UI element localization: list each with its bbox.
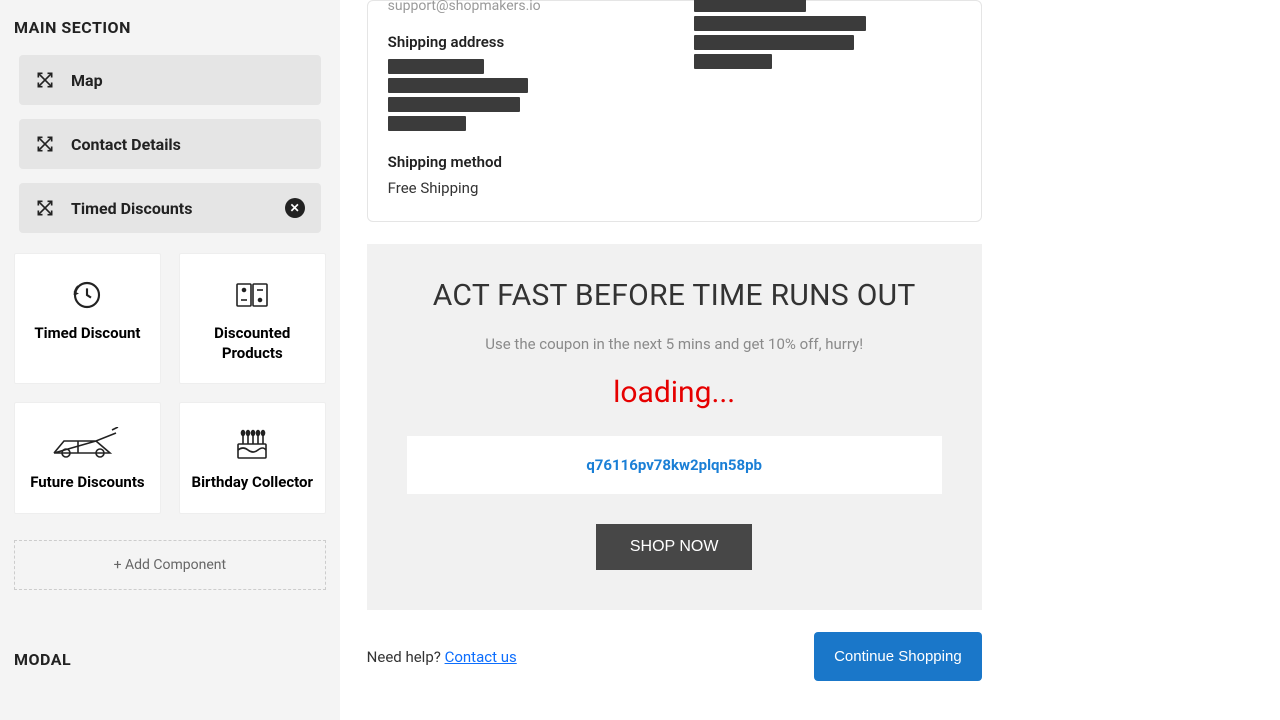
shop-now-button[interactable]: SHOP NOW bbox=[596, 524, 753, 570]
card-future-discounts[interactable]: Future Discounts bbox=[14, 402, 161, 514]
section-item-label: Contact Details bbox=[71, 135, 181, 154]
contact-us-link[interactable]: Contact us bbox=[445, 648, 517, 666]
footer-row: Need help? Contact us Continue Shopping bbox=[367, 610, 982, 711]
redacted-line bbox=[388, 116, 466, 131]
arrows-icon bbox=[35, 134, 55, 154]
card-discounted-products[interactable]: Discounted Products bbox=[179, 253, 326, 384]
redacted-line bbox=[694, 16, 866, 31]
support-email: support@shopmakers.io bbox=[388, 0, 655, 15]
section-item-label: Timed Discounts bbox=[71, 199, 192, 218]
redacted-line bbox=[694, 54, 772, 69]
arrows-icon bbox=[35, 70, 55, 90]
section-item-map[interactable]: Map bbox=[19, 55, 321, 105]
redacted-line bbox=[694, 35, 854, 50]
main-section-heading: MAIN SECTION bbox=[14, 18, 326, 37]
order-card: support@shopmakers.io Shipping address S… bbox=[367, 0, 982, 222]
promo-panel: ACT FAST BEFORE TIME RUNS OUT Use the co… bbox=[367, 244, 982, 610]
redacted-line bbox=[388, 97, 520, 112]
card-title: Birthday Collector bbox=[192, 473, 314, 493]
clock-back-icon bbox=[71, 278, 103, 312]
modal-heading: MODAL bbox=[14, 650, 326, 669]
shipping-address-label: Shipping address bbox=[388, 33, 655, 51]
coupon-code[interactable]: q76116pv78kw2plqn58pb bbox=[407, 436, 942, 494]
promo-countdown: loading... bbox=[407, 375, 942, 410]
promo-subtext: Use the coupon in the next 5 mins and ge… bbox=[407, 335, 942, 353]
coupon-icon bbox=[235, 278, 269, 312]
section-item-label: Map bbox=[71, 71, 103, 90]
card-title: Future Discounts bbox=[30, 473, 144, 493]
arrows-icon bbox=[35, 198, 55, 218]
main-content: support@shopmakers.io Shipping address S… bbox=[340, 0, 994, 720]
card-title: Discounted Products bbox=[190, 324, 315, 363]
add-component-button[interactable]: + Add Component bbox=[14, 540, 326, 590]
promo-headline: ACT FAST BEFORE TIME RUNS OUT bbox=[407, 278, 942, 313]
card-birthday-collector[interactable]: Birthday Collector bbox=[179, 402, 326, 514]
shipping-method-label: Shipping method bbox=[388, 153, 655, 171]
redacted-line bbox=[388, 78, 528, 93]
help-text: Need help? Contact us bbox=[367, 648, 517, 666]
continue-shopping-button[interactable]: Continue Shopping bbox=[814, 632, 982, 681]
right-panel bbox=[994, 0, 1280, 720]
delorean-icon bbox=[48, 427, 126, 461]
section-item-contact-details[interactable]: Contact Details bbox=[19, 119, 321, 169]
shipping-method-value: Free Shipping bbox=[388, 179, 655, 197]
close-icon[interactable]: ✕ bbox=[285, 198, 305, 218]
component-cards: Timed Discount Discounted Products Futur… bbox=[14, 253, 326, 514]
redacted-line bbox=[388, 59, 484, 74]
section-item-timed-discounts[interactable]: Timed Discounts ✕ bbox=[19, 183, 321, 233]
redacted-line bbox=[694, 0, 806, 12]
card-title: Timed Discount bbox=[34, 324, 140, 344]
cake-icon bbox=[232, 427, 272, 461]
sidebar: MAIN SECTION Map Contact Details Timed D… bbox=[0, 0, 340, 720]
card-timed-discount[interactable]: Timed Discount bbox=[14, 253, 161, 384]
